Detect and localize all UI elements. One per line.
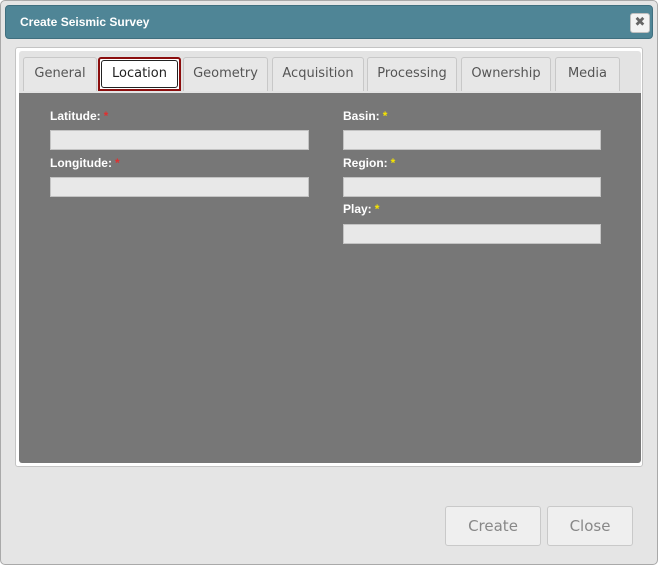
- tab-ownership[interactable]: Ownership: [461, 57, 551, 91]
- basin-input[interactable]: [343, 130, 601, 150]
- tab-location[interactable]: Location: [98, 57, 181, 91]
- latitude-input[interactable]: [50, 130, 309, 150]
- tab-acquisition[interactable]: Acquisition: [272, 57, 364, 91]
- latitude-label: Latitude: *: [50, 109, 108, 123]
- tab-processing[interactable]: Processing: [367, 57, 457, 91]
- dialog-title: Create Seismic Survey: [20, 15, 150, 29]
- basin-label-text: Basin:: [343, 109, 380, 123]
- tab-location-label: Location: [101, 60, 178, 88]
- region-label: Region: *: [343, 156, 395, 170]
- play-input[interactable]: [343, 224, 601, 244]
- play-required-mark: *: [374, 202, 380, 216]
- region-required-mark: *: [390, 156, 396, 170]
- play-label: Play: *: [343, 202, 379, 216]
- tab-general[interactable]: General: [23, 57, 97, 91]
- close-button[interactable]: Close: [547, 506, 633, 546]
- tab-media[interactable]: Media: [555, 57, 620, 91]
- region-input[interactable]: [343, 177, 601, 197]
- create-button[interactable]: Create: [445, 506, 541, 546]
- dialog-titlebar: Create Seismic Survey ✖: [5, 5, 653, 39]
- create-seismic-survey-dialog: Create Seismic Survey ✖ General Location…: [0, 0, 658, 565]
- close-icon[interactable]: ✖: [630, 13, 650, 33]
- latitude-required-mark: *: [103, 109, 109, 123]
- tab-geometry[interactable]: Geometry: [183, 57, 268, 91]
- longitude-label: Longitude: *: [50, 156, 120, 170]
- longitude-input[interactable]: [50, 177, 309, 197]
- region-label-text: Region:: [343, 156, 388, 170]
- tab-bar: General Location Geometry Acquisition Pr…: [19, 51, 641, 93]
- longitude-required-mark: *: [114, 156, 120, 170]
- basin-label: Basin: *: [343, 109, 387, 123]
- longitude-label-text: Longitude:: [50, 156, 112, 170]
- basin-required-mark: *: [382, 109, 388, 123]
- play-label-text: Play:: [343, 202, 372, 216]
- latitude-label-text: Latitude:: [50, 109, 101, 123]
